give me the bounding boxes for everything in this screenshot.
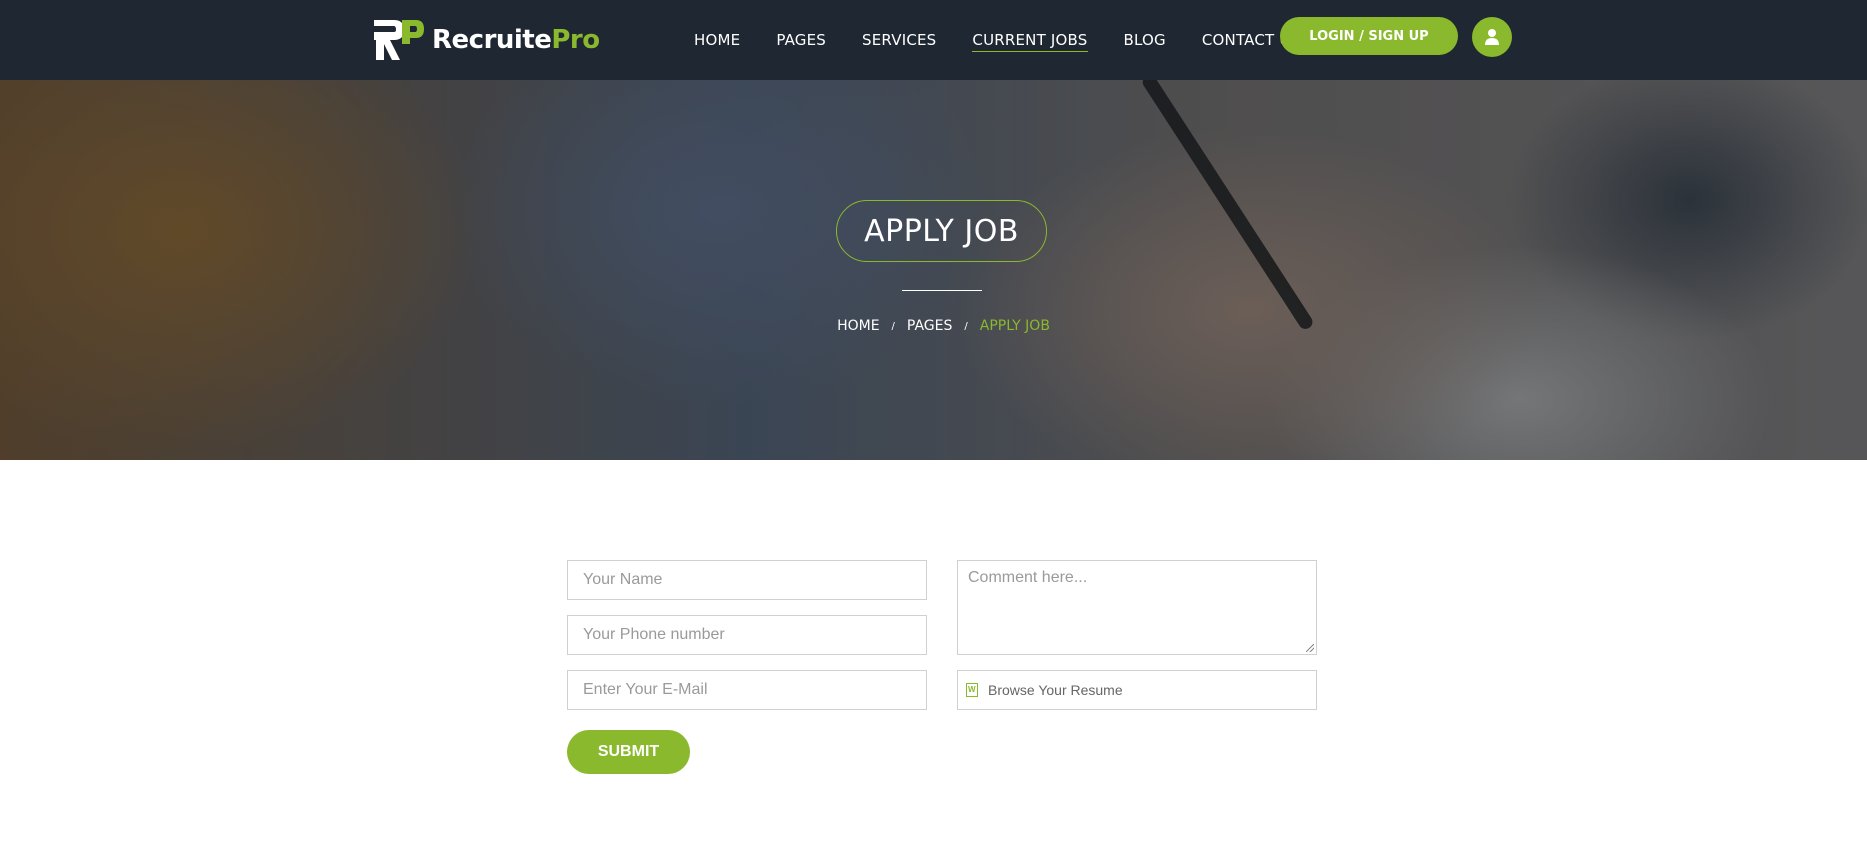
breadcrumb-current: APPLY JOB (979, 318, 1050, 334)
breadcrumb-separator: / (964, 320, 968, 332)
submit-button[interactable]: SUBMIT (567, 730, 690, 774)
brand-name: RecruitePro (432, 25, 600, 55)
nav-home[interactable]: HOME (694, 31, 740, 49)
comment-textarea[interactable]: Comment here... (957, 560, 1317, 655)
nav-current-jobs[interactable]: CURRENT JOBS (972, 31, 1088, 52)
resize-handle-icon[interactable] (1306, 644, 1314, 652)
title-divider (902, 290, 982, 291)
word-document-icon (966, 683, 978, 697)
user-account-button[interactable] (1472, 17, 1512, 57)
resume-file-input[interactable]: Browse Your Resume (957, 670, 1317, 710)
nav-blog[interactable]: BLOG (1124, 31, 1166, 49)
phone-input[interactable]: Your Phone number (567, 615, 927, 655)
page-title: APPLY JOB (836, 200, 1047, 262)
hero-background-pen (1140, 80, 1316, 332)
user-icon (1485, 29, 1499, 45)
nav-services[interactable]: SERVICES (862, 31, 936, 49)
page-hero-banner: APPLY JOB HOME / PAGES / APPLY JOB (0, 80, 1867, 460)
main-nav: HOME PAGES SERVICES CURRENT JOBS BLOG CO… (694, 0, 1336, 80)
breadcrumb-separator: / (891, 320, 895, 332)
login-signup-button[interactable]: LOGIN / SIGN UP (1280, 17, 1458, 55)
breadcrumb: HOME / PAGES / APPLY JOB (0, 318, 1867, 334)
comment-placeholder: Comment here... (968, 569, 1088, 586)
email-input[interactable]: Enter Your E-Mail (567, 670, 927, 710)
logo[interactable]: RecruitePro (372, 18, 600, 62)
breadcrumb-pages[interactable]: PAGES (907, 318, 952, 334)
nav-pages[interactable]: PAGES (776, 31, 826, 49)
logo-mark-icon (374, 20, 424, 60)
resume-label: Browse Your Resume (988, 682, 1123, 698)
top-navbar: RecruitePro HOME PAGES SERVICES CURRENT … (0, 0, 1867, 80)
breadcrumb-home[interactable]: HOME (837, 318, 879, 334)
name-input[interactable]: Your Name (567, 560, 927, 600)
